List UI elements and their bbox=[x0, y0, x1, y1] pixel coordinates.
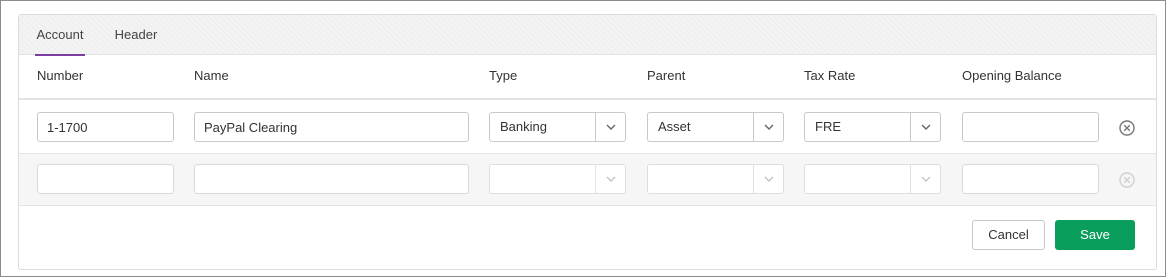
opening-balance-input[interactable] bbox=[962, 112, 1099, 142]
column-header-opening-balance: Opening Balance bbox=[962, 68, 1062, 83]
table-row bbox=[19, 154, 1156, 206]
table-row: Banking Asset FRE bbox=[19, 102, 1156, 154]
column-headers: Number Name Type Parent Tax Rate Opening… bbox=[19, 55, 1156, 100]
parent-dropdown-toggle[interactable] bbox=[753, 113, 783, 141]
remove-row-button[interactable] bbox=[1118, 171, 1136, 189]
type-dropdown-toggle[interactable] bbox=[595, 165, 625, 193]
tax-rate-dropdown-toggle[interactable] bbox=[910, 113, 940, 141]
tab-bar: Account Header bbox=[19, 15, 1156, 56]
window-frame: Account Header Number Name Type Parent T… bbox=[0, 0, 1166, 277]
column-header-parent: Parent bbox=[647, 68, 686, 83]
type-dropdown-toggle[interactable] bbox=[595, 113, 625, 141]
parent-select[interactable] bbox=[647, 164, 784, 194]
chevron-down-icon bbox=[921, 176, 931, 182]
remove-row-button[interactable] bbox=[1118, 119, 1136, 137]
name-input[interactable] bbox=[194, 164, 469, 194]
number-input[interactable] bbox=[37, 164, 174, 194]
name-input[interactable] bbox=[194, 112, 469, 142]
chevron-down-icon bbox=[764, 176, 774, 182]
column-header-type: Type bbox=[489, 68, 518, 83]
opening-balance-input[interactable] bbox=[962, 164, 1099, 194]
cancel-button[interactable]: Cancel bbox=[972, 220, 1045, 250]
number-input[interactable] bbox=[37, 112, 174, 142]
tax-rate-dropdown-toggle[interactable] bbox=[910, 165, 940, 193]
remove-circle-icon bbox=[1119, 120, 1135, 136]
parent-select-value: Asset bbox=[658, 119, 691, 134]
tab-account[interactable]: Account bbox=[35, 15, 85, 56]
type-select[interactable] bbox=[489, 164, 626, 194]
chevron-down-icon bbox=[921, 124, 931, 130]
tax-rate-select[interactable]: FRE bbox=[804, 112, 941, 142]
chevron-down-icon bbox=[606, 124, 616, 130]
remove-circle-icon bbox=[1119, 172, 1135, 188]
type-select-value: Banking bbox=[500, 119, 547, 134]
column-header-tax-rate: Tax Rate bbox=[804, 68, 856, 83]
parent-select[interactable]: Asset bbox=[647, 112, 784, 142]
chevron-down-icon bbox=[764, 124, 774, 130]
account-form-card: Account Header Number Name Type Parent T… bbox=[18, 14, 1157, 270]
tax-rate-select[interactable] bbox=[804, 164, 941, 194]
tax-rate-select-value: FRE bbox=[815, 119, 841, 134]
parent-dropdown-toggle[interactable] bbox=[753, 165, 783, 193]
column-header-number: Number bbox=[37, 68, 84, 83]
tab-header[interactable]: Header bbox=[113, 15, 159, 55]
column-header-name: Name bbox=[194, 68, 229, 83]
type-select[interactable]: Banking bbox=[489, 112, 626, 142]
chevron-down-icon bbox=[606, 176, 616, 182]
save-button[interactable]: Save bbox=[1055, 220, 1135, 250]
